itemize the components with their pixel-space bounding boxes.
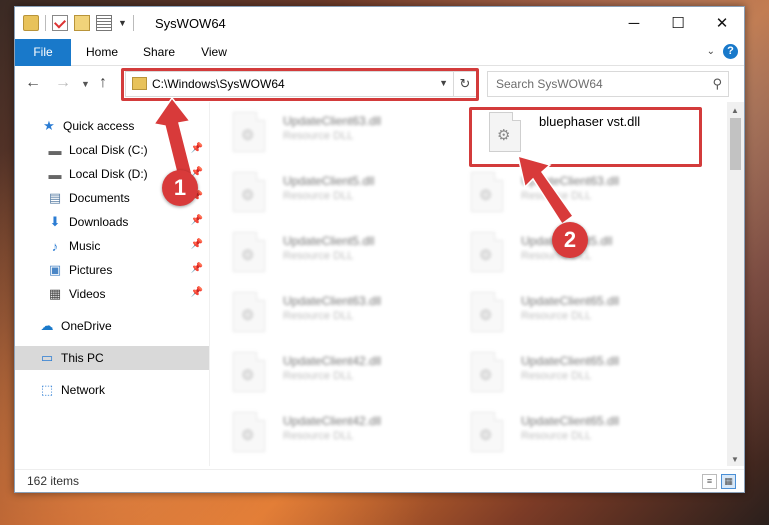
arrow-2	[516, 154, 575, 226]
annotation-arrows	[152, 96, 575, 226]
callout-badge-2: 2	[552, 222, 588, 258]
arrow-1	[152, 96, 193, 179]
callout-badge-1: 1	[162, 170, 198, 206]
